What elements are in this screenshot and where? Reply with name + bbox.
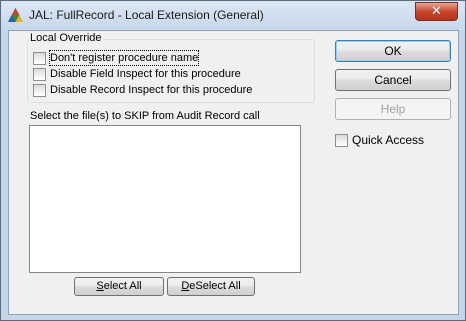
dialog-window: JAL: FullRecord - Local Extension (Gener…	[0, 0, 466, 321]
checkbox-box[interactable]	[335, 134, 348, 147]
close-button[interactable]: ✕	[415, 2, 458, 21]
dialog-client-area: Local Override Don't register procedure …	[8, 30, 459, 315]
close-icon: ✕	[431, 4, 442, 19]
skip-files-label: Select the file(s) to SKIP from Audit Re…	[30, 110, 260, 122]
select-all-label: elect All	[103, 280, 142, 292]
disable-field-inspect-label[interactable]: Disable Field Inspect for this procedure	[50, 67, 241, 81]
deselect-all-button[interactable]: DeSelect All	[167, 277, 255, 296]
app-logo-icon	[8, 8, 23, 22]
dont-register-label[interactable]: Don't register procedure name	[48, 50, 200, 66]
select-all-mnemonic: S	[96, 280, 104, 292]
help-button[interactable]: Help	[335, 98, 451, 120]
quick-access-label[interactable]: Quick Access	[352, 133, 424, 147]
window-title: JAL: FullRecord - Local Extension (Gener…	[29, 8, 264, 22]
checkbox-box[interactable]	[33, 84, 46, 97]
checkbox-box[interactable]	[33, 52, 46, 65]
cancel-button[interactable]: Cancel	[335, 69, 451, 91]
skip-files-listbox[interactable]	[29, 125, 301, 273]
local-override-label: Local Override	[29, 32, 103, 44]
checkbox-box[interactable]	[33, 68, 46, 81]
deselect-all-label: eSelect All	[189, 280, 241, 292]
select-all-button[interactable]: Select All	[74, 277, 164, 296]
disable-record-inspect-label[interactable]: Disable Record Inspect for this procedur…	[50, 83, 252, 97]
ok-button[interactable]: OK	[335, 40, 451, 62]
title-bar[interactable]: JAL: FullRecord - Local Extension (Gener…	[1, 1, 465, 30]
